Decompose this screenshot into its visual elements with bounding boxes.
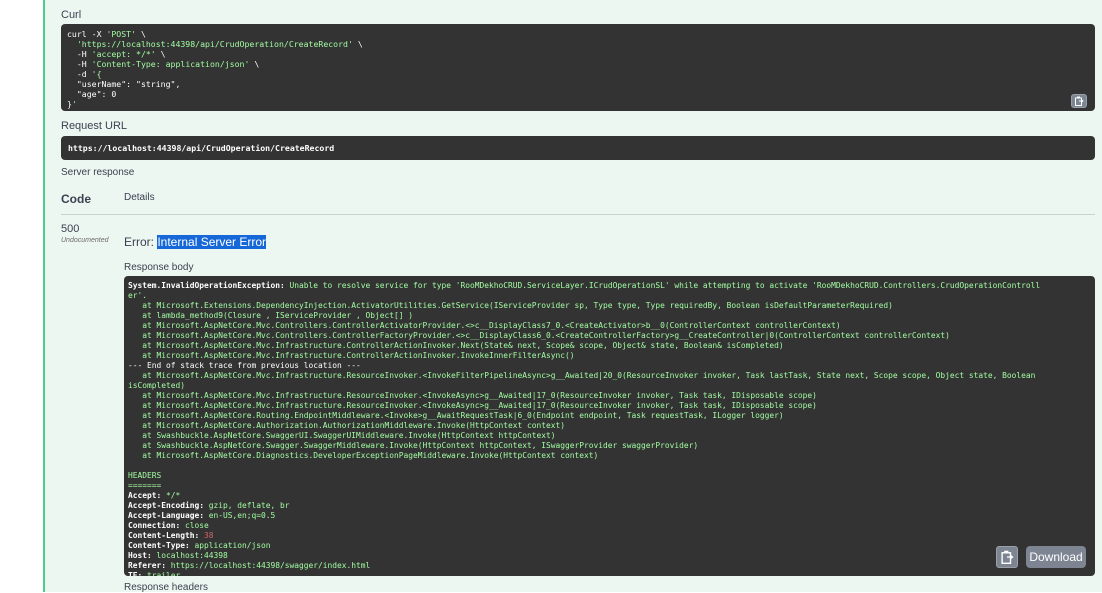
response-header-line: Connection: close [128, 521, 1091, 531]
error-prefix: Error: [124, 235, 158, 249]
header-value: trailer [142, 571, 181, 576]
curl-line: -d '{ [67, 69, 102, 79]
response-body-line: at Microsoft.AspNetCore.Mvc.Controllers.… [128, 321, 841, 330]
response-body-line: at Microsoft.AspNetCore.Routing.Endpoint… [128, 411, 784, 420]
header-key: Host: [128, 551, 152, 560]
curl-line: "age": 0 [67, 89, 117, 99]
undocumented-note: Undocumented [61, 237, 109, 244]
response-body-line: System.InvalidOperationException: Unable… [128, 281, 1041, 290]
response-body-line: at Microsoft.AspNetCore.Mvc.Infrastructu… [128, 351, 575, 360]
header-key: Accept-Language: [128, 511, 205, 520]
response-body-line: at Microsoft.AspNetCore.Authorization.Au… [128, 421, 566, 430]
header-key: Accept: [128, 491, 162, 500]
header-value: close [180, 521, 209, 530]
response-header-line: Accept-Language: en-US,en;q=0.5 [128, 511, 1091, 521]
response-header-line: Content-Length: 38 [128, 531, 1091, 541]
curl-line: -H 'Content-Type: application/json' \ [67, 59, 260, 69]
copy-response-button[interactable] [996, 546, 1018, 568]
response-body-line: at Microsoft.AspNetCore.Mvc.Infrastructu… [128, 391, 817, 400]
response-body-line: er'. [128, 291, 148, 300]
header-key: Connection: [128, 521, 181, 530]
response-body-line: HEADERS [128, 471, 162, 480]
response-header-line: Accept: */* [128, 491, 1091, 501]
response-table-header: Code Details [61, 186, 1095, 215]
curl-command-box[interactable]: curl -X 'POST' \ 'https://localhost:4439… [61, 24, 1095, 111]
response-header-line: Accept-Encoding: gzip, deflate, br [128, 501, 1091, 511]
header-value: gzip, deflate, br [204, 501, 290, 510]
clipboard-copy-icon [1075, 96, 1084, 106]
response-body-line: isCompleted) [128, 381, 186, 390]
curl-line: "userName": "string", [67, 79, 181, 89]
response-headers-label: Response headers [124, 582, 208, 593]
left-margin [0, 0, 43, 592]
header-value: */* [161, 491, 181, 500]
server-response-label: Server response [61, 167, 135, 178]
response-body-line: at Microsoft.AspNetCore.Mvc.Controllers.… [128, 331, 950, 340]
response-header-line: Host: localhost:44398 [128, 551, 1091, 561]
header-value: 38 [199, 531, 214, 540]
curl-label: Curl [61, 9, 82, 21]
header-value: application/json [189, 541, 271, 550]
response-body-box[interactable]: System.InvalidOperationException: Unable… [124, 276, 1095, 576]
header-key: Referer: [128, 561, 167, 570]
header-key: Content-Type: [128, 541, 190, 550]
response-header-line: Referer: https://localhost:44398/swagger… [128, 561, 1091, 571]
response-body-line: at Microsoft.AspNetCore.Mvc.Infrastructu… [128, 401, 817, 410]
response-body-line: at lambda_method9(Closure , IServiceProv… [128, 311, 414, 320]
details-column-header: Details [124, 192, 155, 203]
header-value: https://localhost:44398/swagger/index.ht… [166, 561, 371, 570]
operation-panel: Curl curl -X 'POST' \ 'https://localhost… [43, 0, 1102, 593]
response-header-line: Content-Type: application/json [128, 541, 1091, 551]
curl-line: }' [67, 99, 77, 109]
copy-curl-button[interactable] [1071, 94, 1087, 108]
header-key: TE: [128, 571, 143, 576]
response-body-line: at Swashbuckle.AspNetCore.SwaggerUI.Swag… [128, 431, 556, 440]
download-button[interactable]: Download [1026, 546, 1086, 568]
response-body-line: --- End of stack trace from previous loc… [128, 361, 361, 370]
request-url-label: Request URL [61, 120, 128, 132]
response-body-line [128, 461, 1091, 471]
response-body-line: at Microsoft.AspNetCore.Mvc.Infrastructu… [128, 371, 1036, 380]
error-message: Error: Internal Server Error [124, 235, 267, 249]
response-body-label: Response body [124, 262, 194, 273]
curl-line: curl -X 'POST' \ [67, 29, 146, 39]
request-url-box[interactable]: https://localhost:44398/api/CrudOperatio… [61, 136, 1095, 160]
response-body-line: at Microsoft.AspNetCore.Mvc.Infrastructu… [128, 341, 784, 350]
response-body-line: at Swashbuckle.AspNetCore.Swagger.Swagge… [128, 441, 699, 450]
response-status-code: 500 [61, 223, 80, 235]
curl-line: 'https://localhost:44398/api/CrudOperati… [76, 39, 363, 49]
header-value: localhost:44398 [151, 551, 228, 560]
response-body-line: at Microsoft.Extensions.DependencyInject… [128, 301, 893, 310]
error-text: Internal Server Error [157, 235, 267, 249]
header-value: en-US,en;q=0.5 [204, 511, 276, 520]
curl-line: -H 'accept: */*' \ [67, 49, 166, 59]
header-key: Content-Length: [128, 531, 200, 540]
response-header-line: TE: trailer [128, 571, 1091, 576]
clipboard-copy-icon [1001, 550, 1014, 564]
header-key: Accept-Encoding: [128, 501, 205, 510]
code-column-header: Code [61, 192, 91, 206]
response-body-line: ======= [128, 481, 162, 490]
response-body-line: at Microsoft.AspNetCore.Diagnostics.Deve… [128, 451, 599, 460]
